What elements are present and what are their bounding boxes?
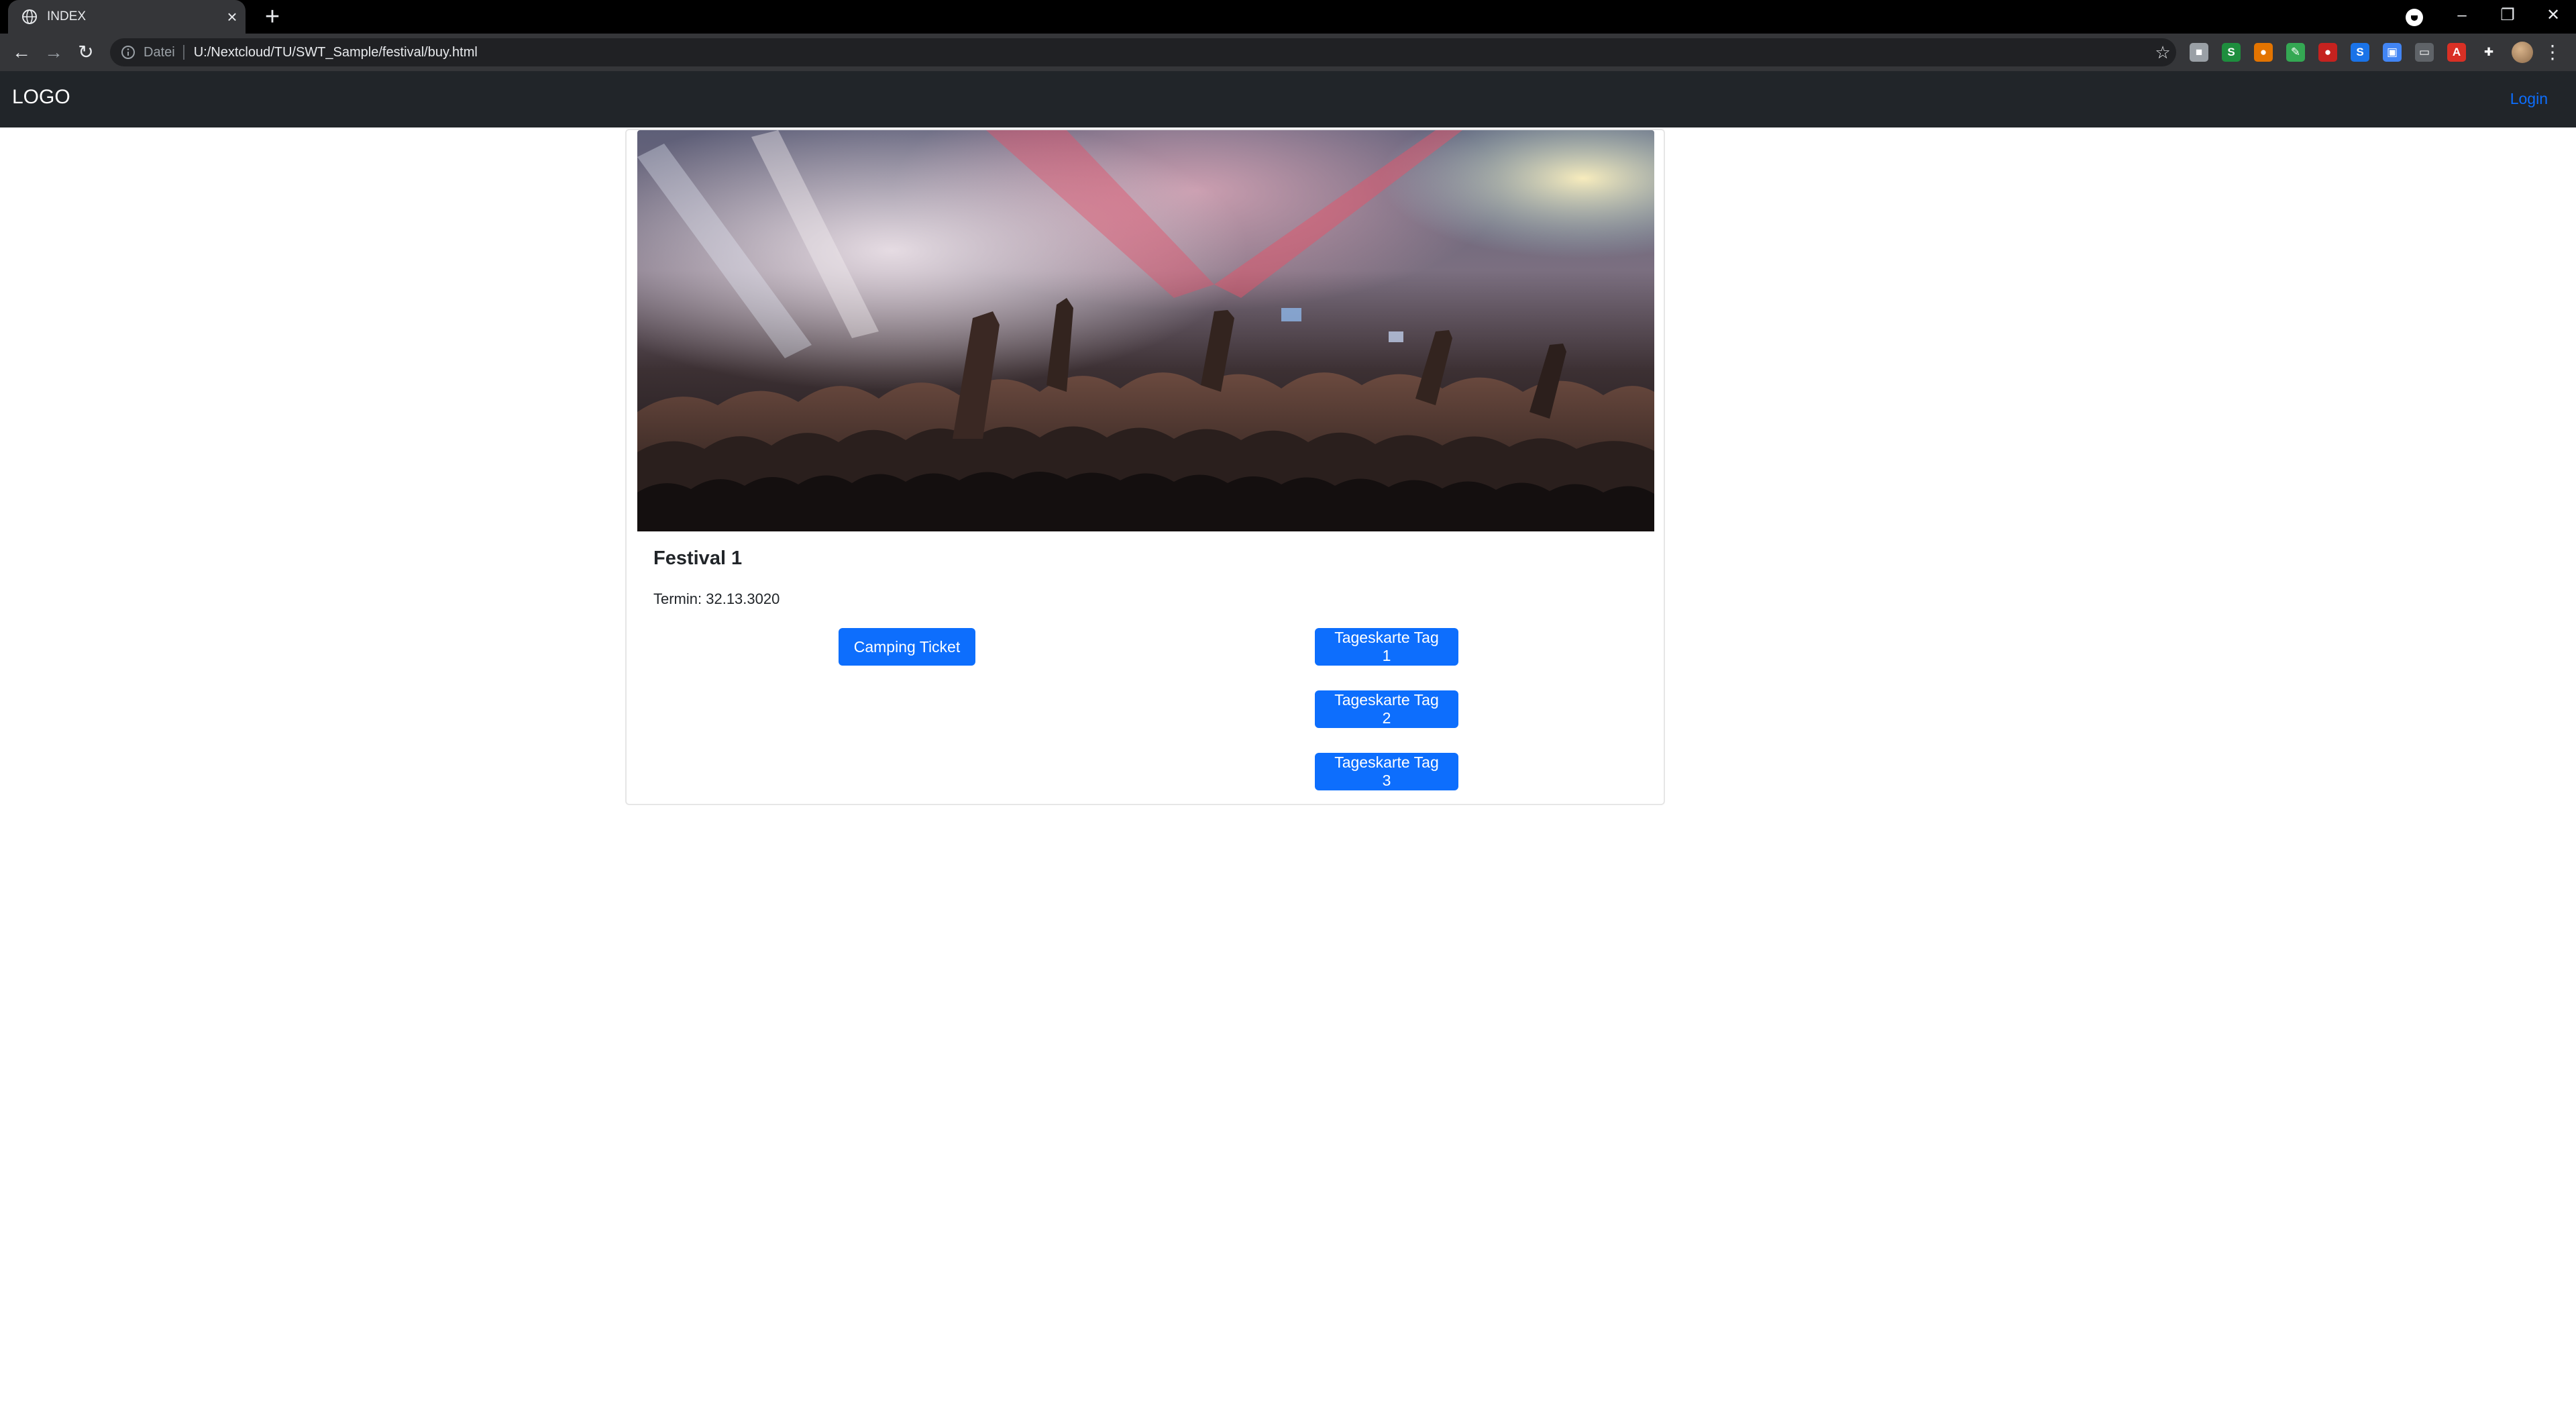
info-icon[interactable] <box>121 45 136 60</box>
close-window-button[interactable]: ✕ <box>2530 0 2576 31</box>
camping-ticket-button[interactable]: Camping Ticket <box>839 628 975 666</box>
ext-orange-icon[interactable]: ● <box>2254 43 2273 62</box>
reload-icon[interactable]: ↻ <box>72 39 99 66</box>
ext-s-blue-icon[interactable]: S <box>2351 43 2369 62</box>
tab-title: INDEX <box>47 9 87 23</box>
new-tab-button[interactable]: + <box>259 3 286 30</box>
site-logo[interactable]: LOGO <box>12 86 70 109</box>
day-ticket-3-button[interactable]: Tageskarte Tag 3 <box>1315 753 1458 790</box>
browser-toolbar: ← → ↻ Datei U:/Nextcloud/TU/SWT_Sample/f… <box>0 34 2576 71</box>
ext-puzzle-icon[interactable]: ✚ <box>2479 43 2498 62</box>
forward-arrow-icon[interactable]: → <box>40 39 67 66</box>
back-arrow-icon[interactable]: ← <box>8 39 35 66</box>
day-ticket-2-button[interactable]: Tageskarte Tag 2 <box>1315 690 1458 728</box>
festival-date: Termin: 32.13.3020 <box>653 590 780 607</box>
browser-menu-icon[interactable]: ⋮ <box>2542 39 2563 66</box>
globe-icon <box>22 9 37 24</box>
chrome-profile-icon[interactable] <box>2406 9 2423 26</box>
day-ticket-1-button[interactable]: Tageskarte Tag 1 <box>1315 628 1458 666</box>
ext-window-icon[interactable]: ▭ <box>2415 43 2434 62</box>
ext-a-red-icon[interactable]: A <box>2447 43 2466 62</box>
ext-red-oval-icon[interactable]: ● <box>2318 43 2337 62</box>
ext-s-green-icon[interactable]: S <box>2222 43 2241 62</box>
bookmark-star-icon[interactable]: ☆ <box>2149 42 2176 63</box>
url-scheme-label: Datei <box>144 45 184 60</box>
url-text[interactable]: U:/Nextcloud/TU/SWT_Sample/festival/buy.… <box>194 45 2149 60</box>
tab-close-icon[interactable]: × <box>219 7 246 28</box>
festival-title: Festival 1 <box>653 548 743 569</box>
festival-image <box>637 130 1654 531</box>
festival-card: Festival 1 Termin: 32.13.3020 Camping Ti… <box>625 129 1665 805</box>
ext-pen-icon[interactable]: ✎ <box>2286 43 2305 62</box>
site-navbar: LOGO Login <box>0 71 2576 127</box>
ext-image-icon[interactable]: ▣ <box>2383 43 2402 62</box>
address-bar[interactable]: Datei U:/Nextcloud/TU/SWT_Sample/festiva… <box>110 38 2176 66</box>
restore-button[interactable]: ❐ <box>2485 0 2530 31</box>
login-link[interactable]: Login <box>2510 90 2548 108</box>
browser-tab-bar: INDEX × + – ❐ ✕ <box>0 0 2576 34</box>
minimize-button[interactable]: – <box>2439 0 2485 31</box>
ext-gray-icon[interactable]: ■ <box>2190 43 2208 62</box>
profile-avatar[interactable] <box>2512 42 2533 63</box>
browser-tab[interactable]: INDEX × <box>8 0 246 34</box>
